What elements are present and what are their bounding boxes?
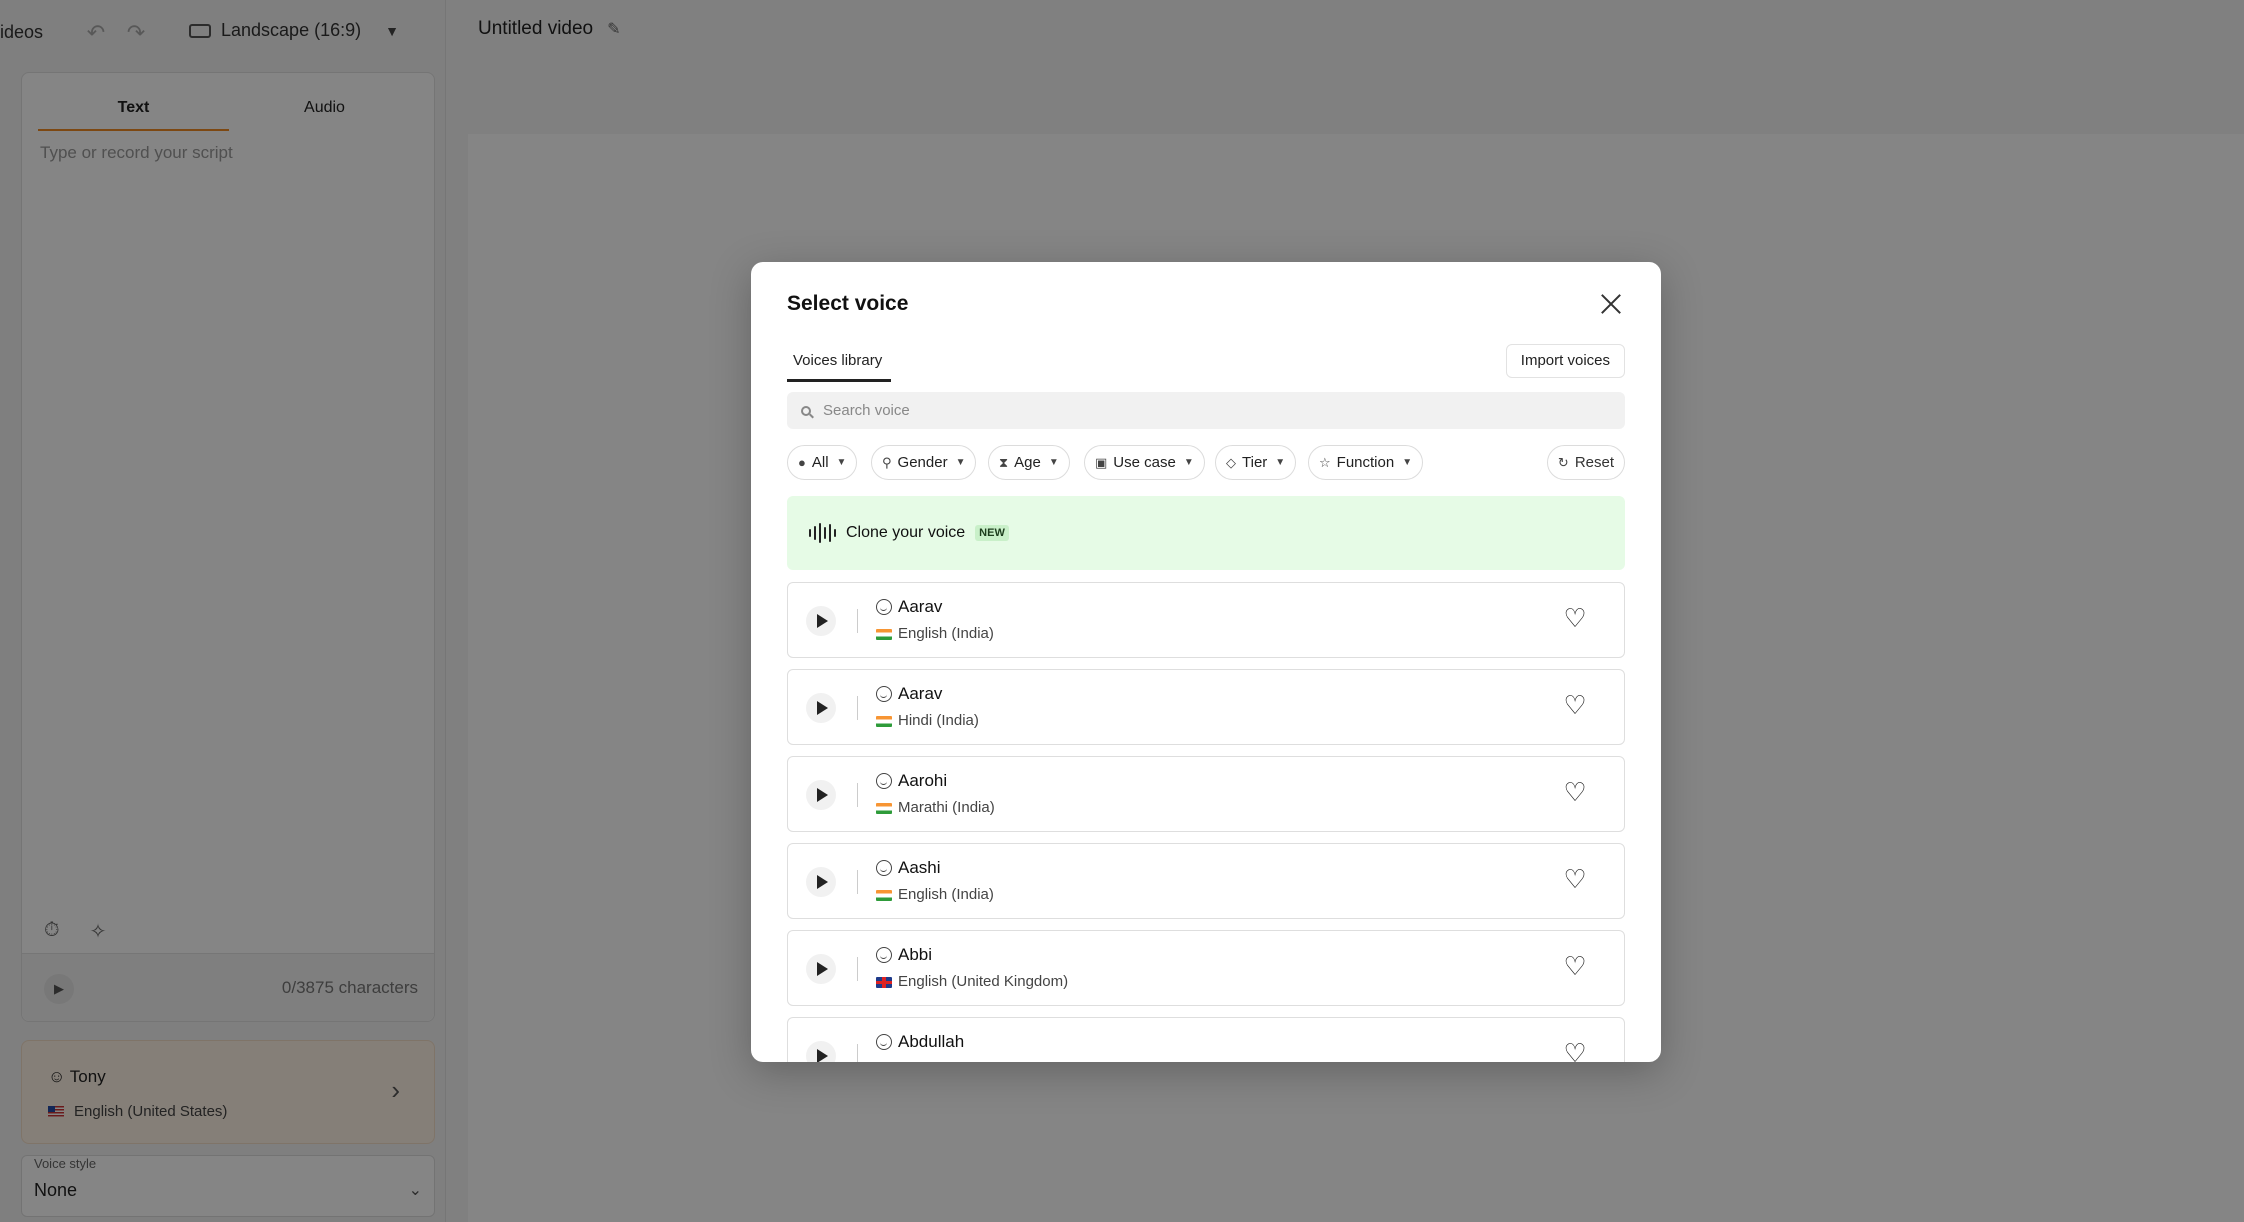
play-preview-button[interactable]: [806, 867, 836, 897]
select-voice-modal: Select voice Voices library Import voice…: [751, 262, 1661, 1062]
voice-name: Abdullah: [898, 1032, 965, 1051]
divider: [857, 696, 858, 720]
filter-bar: ● All ▼ ⚲ Gender ▼ ⧗ Age ▼ ▣ Use case ▼ …: [787, 445, 1625, 481]
india-flag-icon: [876, 716, 892, 727]
filter-function[interactable]: ☆ Function ▼: [1308, 445, 1424, 480]
face-icon: [876, 860, 892, 876]
filter-function-label: Function: [1336, 454, 1395, 471]
reset-filters-button[interactable]: ↻ Reset: [1546, 445, 1625, 480]
voice-name: Aarohi: [898, 771, 948, 790]
voice-list: Clone your voice NEW Aarav English (Indi…: [787, 496, 1625, 1062]
chevron-down-icon: ▼: [955, 457, 966, 468]
india-flag-icon: [876, 803, 892, 814]
voice-language: English (India): [898, 625, 994, 642]
voice-name: Abbi: [898, 945, 933, 964]
face-icon: [876, 599, 892, 615]
chevron-down-icon: ▼: [1048, 457, 1059, 468]
hourglass-icon: ⧗: [999, 454, 1009, 470]
heart-icon[interactable]: ♡: [1562, 779, 1588, 805]
clone-voice-banner[interactable]: Clone your voice NEW: [787, 496, 1625, 570]
divider: [857, 870, 858, 894]
refresh-icon: ↻: [1557, 454, 1569, 470]
face-icon: [876, 947, 892, 963]
chevron-down-icon: ▼: [1275, 457, 1286, 468]
import-voices-button[interactable]: Import voices: [1505, 344, 1625, 378]
filter-all-label: All: [811, 454, 829, 471]
filter-age[interactable]: ⧗ Age ▼: [988, 445, 1070, 480]
india-flag-icon: [876, 890, 892, 901]
tier-icon: ◇: [1226, 454, 1236, 470]
play-preview-button[interactable]: [806, 693, 836, 723]
chevron-down-icon: ▼: [1402, 457, 1413, 468]
divider: [857, 783, 858, 807]
filter-use-case[interactable]: ▣ Use case ▼: [1084, 445, 1205, 480]
play-preview-button[interactable]: [806, 954, 836, 984]
divider: [857, 1044, 858, 1062]
face-icon: [876, 1034, 892, 1050]
search-icon: [801, 405, 811, 416]
filter-gender-label: Gender: [897, 454, 948, 471]
voice-language: Hindi (India): [898, 712, 979, 729]
heart-icon[interactable]: ♡: [1562, 866, 1588, 892]
voice-language: English (India): [898, 886, 994, 903]
filter-all[interactable]: ● All ▼: [787, 445, 858, 480]
heart-icon[interactable]: ♡: [1562, 605, 1588, 631]
voice-name: Aarav: [898, 684, 943, 703]
voice-row[interactable]: Aarohi Marathi (India) ♡: [787, 756, 1625, 832]
face-icon: [876, 773, 892, 789]
voice-language: Marathi (India): [898, 799, 995, 816]
voice-row[interactable]: Aarav Hindi (India) ♡: [787, 669, 1625, 745]
search-bar: [787, 392, 1625, 429]
play-preview-button[interactable]: [806, 780, 836, 810]
filter-gender[interactable]: ⚲ Gender ▼: [871, 445, 977, 480]
play-preview-button[interactable]: [806, 606, 836, 636]
new-badge: NEW: [975, 525, 1009, 541]
uk-flag-icon: [876, 977, 892, 988]
divider: [857, 957, 858, 981]
globe-icon: ●: [798, 455, 806, 470]
close-icon[interactable]: [1597, 290, 1625, 318]
voice-row[interactable]: Abdullah ♡: [787, 1017, 1625, 1062]
filter-tier-label: Tier: [1242, 454, 1268, 471]
play-preview-button[interactable]: [806, 1041, 836, 1062]
gender-icon: ⚲: [882, 454, 892, 470]
heart-icon[interactable]: ♡: [1562, 692, 1588, 718]
clone-voice-label: Clone your voice: [846, 524, 966, 541]
chevron-down-icon: ▼: [1183, 457, 1194, 468]
search-input[interactable]: [823, 402, 1603, 419]
filter-use-case-label: Use case: [1113, 454, 1176, 471]
briefcase-icon: ▣: [1095, 454, 1108, 470]
waveform-icon: [809, 523, 836, 543]
divider: [857, 609, 858, 633]
india-flag-icon: [876, 629, 892, 640]
voice-name: Aashi: [898, 858, 941, 877]
voice-row[interactable]: Aarav English (India) ♡: [787, 582, 1625, 658]
filter-tier[interactable]: ◇ Tier ▼: [1215, 445, 1297, 480]
chevron-down-icon: ▼: [836, 457, 847, 468]
modal-title: Select voice: [787, 292, 909, 315]
star-icon: ☆: [1319, 454, 1331, 470]
tab-voices-library[interactable]: Voices library: [787, 344, 891, 382]
voice-language: English (United Kingdom): [898, 973, 1069, 990]
heart-icon[interactable]: ♡: [1562, 953, 1588, 979]
heart-icon[interactable]: ♡: [1562, 1040, 1588, 1062]
reset-label: Reset: [1574, 454, 1614, 471]
face-icon: [876, 686, 892, 702]
voice-row[interactable]: Aashi English (India) ♡: [787, 843, 1625, 919]
filter-age-label: Age: [1014, 454, 1041, 471]
voice-name: Aarav: [898, 597, 943, 616]
voice-row[interactable]: Abbi English (United Kingdom) ♡: [787, 930, 1625, 1006]
